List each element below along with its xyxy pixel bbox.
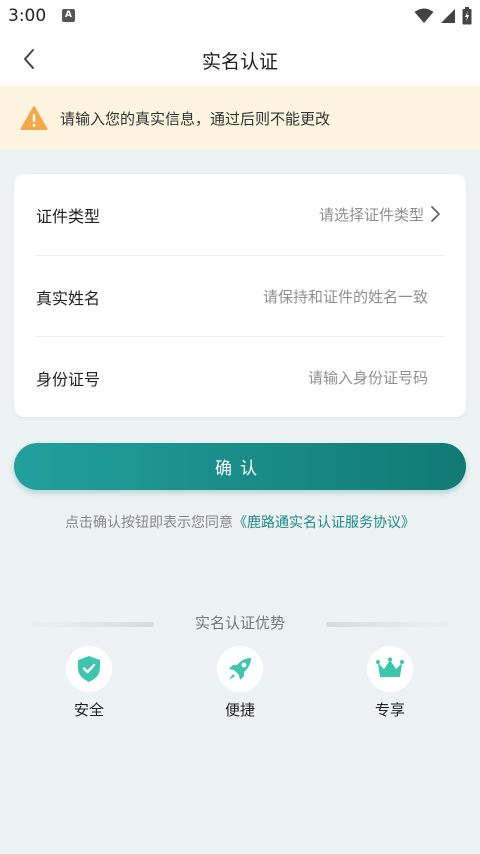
form-card: 证件类型 请选择证件类型 真实姓名 请保持和证件的姓名一致 身份证号 请输入身份… bbox=[14, 174, 466, 417]
notification-icon: A bbox=[62, 9, 75, 22]
notice-text: 请输入您的真实信息，通过后则不能更改 bbox=[60, 109, 331, 128]
id-number-label: 身份证号 bbox=[36, 370, 101, 389]
security-icon-circle bbox=[66, 646, 112, 692]
exclusive-icon-circle bbox=[367, 646, 413, 692]
page-title: 实名认证 bbox=[201, 51, 278, 73]
id-type-select[interactable]: 请选择证件类型 bbox=[319, 204, 424, 225]
advantage-convenience: 便捷 bbox=[210, 646, 270, 720]
agreement-prefix: 点击确认按钮即表示您同意 bbox=[65, 515, 233, 531]
status-bar: 3:00 A bbox=[0, 0, 480, 32]
confirm-button[interactable]: 确认 bbox=[14, 443, 466, 490]
notice-banner: 请输入您的真实信息，通过后则不能更改 bbox=[0, 86, 480, 150]
cellular-signal-icon bbox=[441, 9, 455, 23]
wifi-icon bbox=[414, 8, 434, 23]
divider-right bbox=[326, 622, 456, 627]
chevron-right-icon bbox=[431, 206, 440, 222]
agreement-text: 点击确认按钮即表示您同意《鹿路通实名认证服务协议》 bbox=[0, 512, 480, 532]
crown-icon bbox=[376, 657, 404, 677]
real-name-input[interactable]: 请保持和证件的姓名一致 bbox=[263, 286, 428, 307]
nav-bar: 实名认证 bbox=[0, 32, 480, 86]
advantage-label: 安全 bbox=[73, 701, 104, 719]
id-type-label: 证件类型 bbox=[36, 207, 101, 226]
id-type-row[interactable]: 证件类型 请选择证件类型 bbox=[36, 174, 444, 255]
advantage-exclusive: 专享 bbox=[360, 646, 420, 720]
status-time: 3:00 bbox=[8, 6, 47, 26]
advantage-security: 安全 bbox=[59, 646, 119, 720]
advantage-label: 便捷 bbox=[224, 701, 255, 719]
battery-icon bbox=[462, 7, 472, 25]
real-name-row: 真实姓名 请保持和证件的姓名一致 bbox=[36, 255, 444, 336]
warning-icon bbox=[20, 106, 48, 130]
real-name-label: 真实姓名 bbox=[36, 289, 101, 308]
convenience-icon-circle bbox=[217, 646, 263, 692]
rocket-icon bbox=[229, 658, 251, 680]
shield-check-icon bbox=[78, 656, 100, 682]
id-number-row: 身份证号 请输入身份证号码 bbox=[36, 336, 444, 417]
advantage-label: 专享 bbox=[374, 701, 405, 719]
system-icons bbox=[414, 6, 472, 26]
agreement-link[interactable]: 《鹿路通实名认证服务协议》 bbox=[233, 515, 415, 531]
id-number-input[interactable]: 请输入身份证号码 bbox=[308, 367, 428, 388]
